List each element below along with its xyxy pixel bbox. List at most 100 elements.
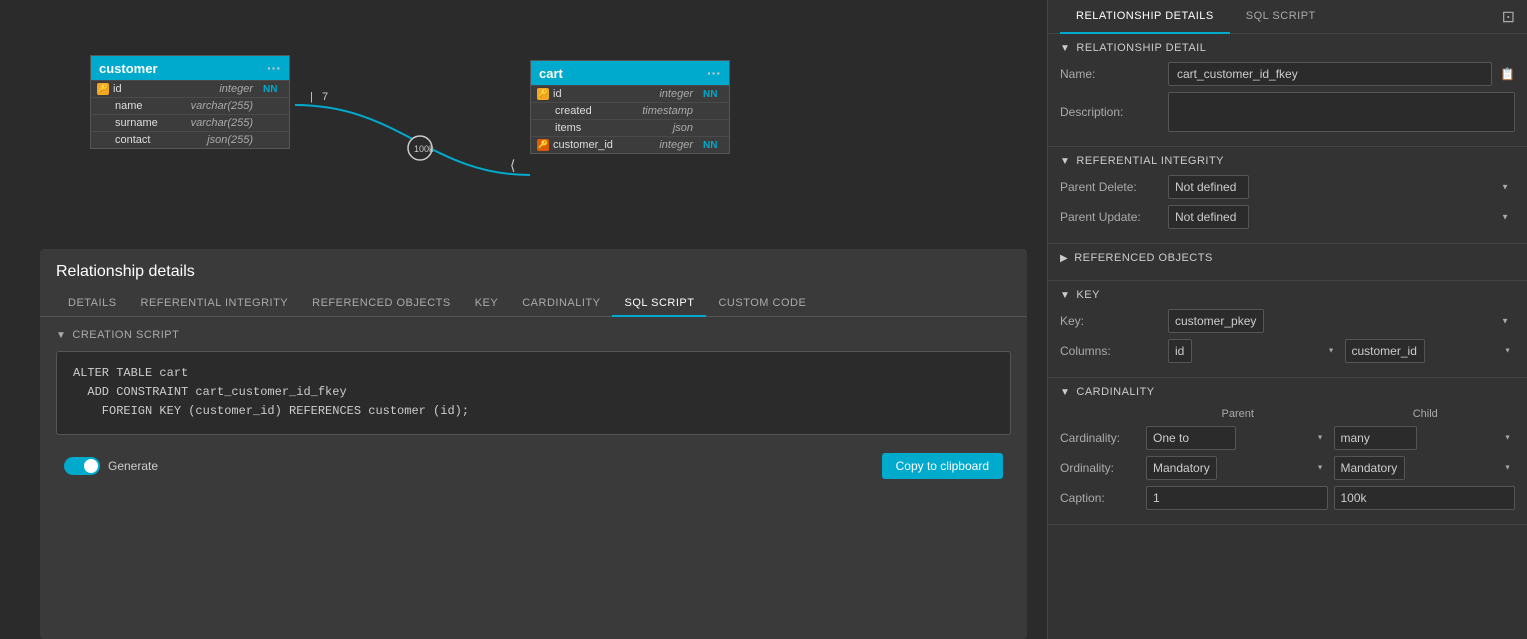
- col-type: integer: [659, 88, 693, 100]
- right-tabs-group: RELATIONSHIP DETAILS SQL SCRIPT: [1060, 0, 1332, 33]
- ordinality-left-select[interactable]: Mandatory Optional: [1146, 456, 1217, 480]
- customer-table-title: customer: [99, 61, 158, 76]
- caption-right-input[interactable]: [1334, 486, 1516, 510]
- col-left-select[interactable]: id: [1168, 339, 1192, 363]
- key-row: Key: customer_pkey: [1060, 309, 1515, 333]
- tab-details[interactable]: DETAILS: [56, 291, 129, 317]
- col-type: integer: [659, 139, 693, 151]
- tab-cardinality[interactable]: CARDINALITY: [510, 291, 612, 317]
- table-row: 🔑 customer_id integer NN: [531, 136, 729, 153]
- cardinality-section: ▼ CARDINALITY Parent Child Cardinality: …: [1048, 378, 1527, 525]
- referenced-objects-header[interactable]: ▶ REFERENCED OBJECTS: [1060, 252, 1515, 264]
- diagram-area: customer ··· 🔑 id integer NN name varcha…: [0, 0, 1047, 230]
- script-footer: Generate Copy to clipboard: [56, 447, 1011, 485]
- key-label: KEY: [1076, 289, 1100, 301]
- cardinality-label: CARDINALITY: [1076, 386, 1154, 398]
- svg-text:7: 7: [322, 91, 328, 103]
- col-name: customer_id: [553, 139, 655, 151]
- columns-label: Columns:: [1060, 344, 1160, 358]
- pk-icon: 🔑: [97, 83, 109, 95]
- cardinality-row: Cardinality: One to Zero or one to Exact…: [1060, 426, 1515, 450]
- col-type: varchar(255): [191, 100, 253, 112]
- name-input[interactable]: [1168, 62, 1492, 86]
- copy-to-clipboard-button[interactable]: Copy to clipboard: [882, 453, 1003, 479]
- parent-update-row: Parent Update: Not defined CASCADE SET N…: [1060, 205, 1515, 229]
- parent-label: Parent: [1222, 408, 1254, 420]
- svg-text:⟨: ⟨: [510, 157, 515, 173]
- cart-table-menu[interactable]: ···: [707, 65, 721, 81]
- caption-field-label: Caption:: [1060, 491, 1140, 505]
- generate-label: Generate: [108, 459, 158, 473]
- col-type: json: [673, 122, 693, 134]
- parent-delete-select[interactable]: Not defined CASCADE SET NULL RESTRICT NO…: [1168, 175, 1249, 199]
- table-row: name varchar(255): [91, 97, 289, 114]
- cardinality-field-label: Cardinality:: [1060, 431, 1140, 445]
- description-label: Description:: [1060, 105, 1160, 119]
- left-panel: customer ··· 🔑 id integer NN name varcha…: [0, 0, 1047, 639]
- toggle-knob: [84, 459, 98, 473]
- cart-table: cart ··· 🔑 id integer NN created timesta…: [530, 60, 730, 154]
- cardinality-left-select[interactable]: One to Zero or one to Exactly one to: [1146, 426, 1236, 450]
- copy-name-button[interactable]: 📋: [1500, 67, 1515, 81]
- col-name: created: [555, 105, 638, 117]
- col-right-select[interactable]: customer_id: [1345, 339, 1425, 363]
- right-panel-tabs: RELATIONSHIP DETAILS SQL SCRIPT ⊡: [1048, 0, 1527, 34]
- right-tab-sql-script[interactable]: SQL SCRIPT: [1230, 0, 1332, 34]
- tab-sql-script[interactable]: SQL SCRIPT: [612, 291, 706, 317]
- columns-selects: id customer_id: [1168, 339, 1515, 363]
- cart-table-title: cart: [539, 66, 563, 81]
- ord-right-wrapper: Mandatory Optional: [1334, 456, 1516, 480]
- parent-update-wrapper: Not defined CASCADE SET NULL RESTRICT NO…: [1168, 205, 1515, 229]
- description-textarea[interactable]: [1168, 92, 1515, 132]
- col-name: items: [555, 122, 669, 134]
- referential-integrity-section: ▼ REFERENTIAL INTEGRITY Parent Delete: N…: [1048, 147, 1527, 244]
- parent-update-select[interactable]: Not defined CASCADE SET NULL RESTRICT NO…: [1168, 205, 1249, 229]
- parent-update-label: Parent Update:: [1060, 210, 1160, 224]
- col-constraint: NN: [263, 84, 283, 95]
- pk-icon: 🔑: [537, 88, 549, 100]
- caption-left-input[interactable]: [1146, 486, 1328, 510]
- table-row: 🔑 id integer NN: [91, 80, 289, 97]
- parent-col-header: Parent: [1148, 406, 1328, 420]
- panel-layout-icon[interactable]: ⊡: [1502, 7, 1515, 27]
- chevron-down-icon: ▼: [1060, 156, 1070, 167]
- creation-script-label: CREATION SCRIPT: [72, 329, 179, 341]
- ord-left-wrapper: Mandatory Optional: [1146, 456, 1328, 480]
- table-row: items json: [531, 119, 729, 136]
- tab-referenced-objects[interactable]: REFERENCED OBJECTS: [300, 291, 463, 317]
- caption-row: Caption:: [1060, 486, 1515, 510]
- col-type: integer: [219, 83, 253, 95]
- card-right-wrapper: many one zero or more: [1334, 426, 1516, 450]
- cardinality-section-header[interactable]: ▼ CARDINALITY: [1060, 386, 1515, 398]
- relationship-detail-header[interactable]: ▼ RELATIONSHIP DETAIL: [1060, 42, 1515, 54]
- table-row: contact json(255): [91, 131, 289, 148]
- right-tab-relationship-details[interactable]: RELATIONSHIP DETAILS: [1060, 0, 1230, 34]
- svg-text:100k: 100k: [414, 144, 434, 154]
- tab-referential-integrity[interactable]: REFERENTIAL INTEGRITY: [129, 291, 301, 317]
- child-col-header: Child: [1336, 406, 1516, 420]
- chevron-right-icon: ▶: [1060, 253, 1068, 264]
- col-left-wrapper: id: [1168, 339, 1339, 363]
- key-select[interactable]: customer_pkey: [1168, 309, 1264, 333]
- right-panel: RELATIONSHIP DETAILS SQL SCRIPT ⊡ ▼ RELA…: [1047, 0, 1527, 639]
- col-name: id: [553, 88, 655, 100]
- columns-row: Columns: id customer_id: [1060, 339, 1515, 363]
- generate-toggle-switch[interactable]: [64, 457, 100, 475]
- tab-key[interactable]: KEY: [463, 291, 511, 317]
- key-section-header[interactable]: ▼ KEY: [1060, 289, 1515, 301]
- ordinality-right-select[interactable]: Mandatory Optional: [1334, 456, 1405, 480]
- customer-table: customer ··· 🔑 id integer NN name varcha…: [90, 55, 290, 149]
- referenced-objects-label: REFERENCED OBJECTS: [1074, 252, 1213, 264]
- parent-delete-wrapper: Not defined CASCADE SET NULL RESTRICT NO…: [1168, 175, 1515, 199]
- referential-integrity-header[interactable]: ▼ REFERENTIAL INTEGRITY: [1060, 155, 1515, 167]
- sql-code: ALTER TABLE cart ADD CONSTRAINT cart_cus…: [73, 364, 994, 422]
- tab-custom-code[interactable]: CUSTOM CODE: [706, 291, 818, 317]
- cardinality-right-select[interactable]: many one zero or more: [1334, 426, 1417, 450]
- col-type: timestamp: [642, 105, 693, 117]
- parent-delete-row: Parent Delete: Not defined CASCADE SET N…: [1060, 175, 1515, 199]
- key-select-wrapper: customer_pkey: [1168, 309, 1515, 333]
- col-constraint: NN: [703, 140, 723, 151]
- customer-table-menu[interactable]: ···: [267, 60, 281, 76]
- name-label: Name:: [1060, 67, 1160, 81]
- ordinality-row: Ordinality: Mandatory Optional Mandatory…: [1060, 456, 1515, 480]
